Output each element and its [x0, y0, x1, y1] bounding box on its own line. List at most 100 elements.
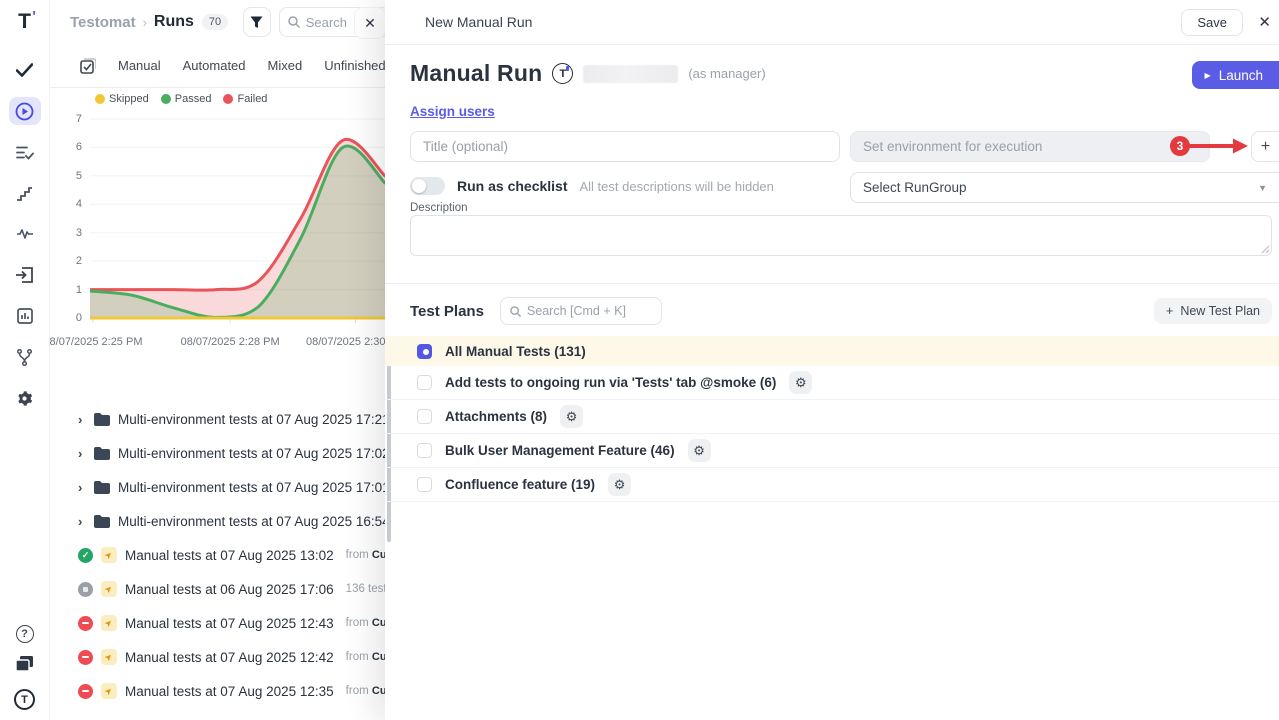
- run-row[interactable]: ✓ ➤ Manual tests at 07 Aug 2025 13:02 fr…: [50, 538, 390, 572]
- close-icon[interactable]: ✕: [1258, 13, 1271, 31]
- checkbox-checked[interactable]: [417, 344, 432, 359]
- section-divider: [385, 283, 1279, 284]
- status-failed-icon: [78, 616, 93, 631]
- manual-run-icon: ➤: [101, 649, 117, 665]
- run-row[interactable]: ➤ Manual tests at 07 Aug 2025 12:35 from…: [50, 674, 390, 708]
- page-title: Manual Run: [410, 60, 542, 87]
- manager-role-label: (as manager): [688, 66, 765, 81]
- status-failed-icon: [78, 650, 93, 665]
- breadcrumb-page[interactable]: Runs: [154, 13, 194, 31]
- run-folder-row[interactable]: › Multi-environment tests at 07 Aug 2025…: [50, 504, 390, 538]
- manual-run-icon: ➤: [101, 615, 117, 631]
- status-failed-icon: [78, 684, 93, 699]
- assign-users-link[interactable]: Assign users: [410, 104, 495, 119]
- pulse-icon[interactable]: [9, 220, 41, 248]
- gear-icon: ⚙: [614, 478, 626, 491]
- steps-icon[interactable]: [9, 179, 41, 207]
- chevron-right-icon[interactable]: ›: [78, 480, 86, 495]
- run-as-checklist-toggle[interactable]: [410, 177, 445, 195]
- test-plans-search-input[interactable]: [527, 304, 637, 318]
- select-all-icon[interactable]: [80, 58, 96, 74]
- test-plan-row-all-manual[interactable]: All Manual Tests (131): [385, 336, 1279, 366]
- launch-button[interactable]: ▶ Launch: [1192, 61, 1279, 89]
- test-plan-row[interactable]: Confluence feature (19) ⚙: [385, 468, 1279, 502]
- tab-automated[interactable]: Automated: [183, 58, 246, 73]
- plan-settings-button[interactable]: ⚙: [608, 473, 631, 496]
- test-plans-search[interactable]: [500, 297, 662, 325]
- run-row[interactable]: ➤ Manual tests at 07 Aug 2025 12:42 from…: [50, 640, 390, 674]
- add-environment-button[interactable]: +: [1251, 131, 1279, 162]
- checklist-row: Run as checklist All test descriptions w…: [410, 177, 774, 195]
- checkbox[interactable]: [417, 375, 432, 390]
- play-icon: ▶: [1205, 71, 1211, 80]
- test-plan-row[interactable]: Bulk User Management Feature (46) ⚙: [385, 434, 1279, 468]
- run-heading-row: Manual Run T (as manager): [410, 60, 766, 87]
- runs-tabs: Manual Automated Mixed Unfinished: [50, 44, 390, 88]
- chevron-down-icon: ▼: [1258, 183, 1267, 193]
- description-label: Description: [410, 202, 468, 214]
- chevron-right-icon[interactable]: ›: [78, 412, 86, 427]
- status-stopped-icon: [78, 582, 93, 597]
- run-list: › Multi-environment tests at 07 Aug 2025…: [50, 402, 390, 708]
- tasks-check-icon[interactable]: [9, 56, 41, 84]
- test-plans-header: Test Plans + New Test Plan: [410, 297, 1272, 325]
- resize-grip-icon[interactable]: [1261, 245, 1270, 254]
- manual-run-icon: ➤: [101, 683, 117, 699]
- run-row[interactable]: ➤ Manual tests at 07 Aug 2025 12:43 from…: [50, 606, 390, 640]
- import-icon[interactable]: [9, 261, 41, 289]
- profile-logo-icon[interactable]: T: [14, 689, 35, 710]
- status-passed-icon: ✓: [78, 548, 93, 563]
- breadcrumb-app[interactable]: Testomat: [70, 14, 136, 31]
- new-test-plan-button[interactable]: + New Test Plan: [1154, 298, 1272, 324]
- test-plan-row[interactable]: Attachments (8) ⚙: [385, 400, 1279, 434]
- tab-unfinished[interactable]: Unfinished: [324, 58, 385, 73]
- funnel-icon: [250, 16, 263, 29]
- run-row[interactable]: ➤ Manual tests at 06 Aug 2025 17:06 136 …: [50, 572, 390, 606]
- clear-search-button[interactable]: ✕: [355, 8, 385, 38]
- chart-x-axis: 08/07/2025 2:25 PM08/07/2025 2:28 PM08/0…: [90, 336, 385, 352]
- plan-settings-button[interactable]: ⚙: [789, 371, 812, 394]
- chart-legend: Skipped Passed Failed: [95, 93, 267, 105]
- settings-gear-icon[interactable]: [9, 384, 41, 412]
- tab-manual[interactable]: Manual: [118, 58, 161, 73]
- test-list-icon[interactable]: [9, 138, 41, 166]
- title-input[interactable]: [410, 131, 840, 162]
- plan-settings-button[interactable]: ⚙: [560, 405, 583, 428]
- run-folder-row[interactable]: › Multi-environment tests at 07 Aug 2025…: [50, 470, 390, 504]
- run-folder-row[interactable]: › Multi-environment tests at 07 Aug 2025…: [50, 402, 390, 436]
- runs-icon[interactable]: [9, 97, 41, 125]
- gear-icon: ⚙: [795, 376, 807, 389]
- analytics-icon[interactable]: [9, 302, 41, 330]
- help-icon[interactable]: ?: [16, 625, 34, 643]
- manual-run-icon: ➤: [101, 581, 117, 597]
- search-icon: [288, 16, 300, 28]
- branch-icon[interactable]: [9, 343, 41, 371]
- folder-icon: [94, 515, 110, 528]
- chevron-right-icon[interactable]: ›: [78, 514, 86, 529]
- manual-run-icon: ➤: [101, 547, 117, 563]
- filter-button[interactable]: [243, 7, 271, 37]
- runs-count-badge: 70: [202, 14, 228, 30]
- projects-icon[interactable]: [16, 656, 33, 676]
- run-meta: from Custom: [346, 617, 390, 629]
- rungroup-select[interactable]: Select RunGroup ▼: [850, 172, 1279, 203]
- test-plan-row[interactable]: Add tests to ongoing run via 'Tests' tab…: [385, 366, 1279, 400]
- plan-settings-button[interactable]: ⚙: [688, 439, 711, 462]
- checkbox[interactable]: [417, 477, 432, 492]
- description-textarea[interactable]: [410, 215, 1272, 256]
- checkbox[interactable]: [417, 443, 432, 458]
- checkbox[interactable]: [417, 409, 432, 424]
- environment-input[interactable]: [850, 131, 1210, 162]
- runs-header: Testomat › Runs 70: [50, 0, 390, 44]
- app-logo-icon[interactable]: T': [18, 10, 31, 34]
- save-button[interactable]: Save: [1181, 9, 1243, 36]
- new-manual-run-panel: New Manual Run Save ✕ Manual Run T (as m…: [385, 0, 1279, 720]
- tab-mixed[interactable]: Mixed: [268, 58, 303, 73]
- passed-legend-dot: [161, 94, 171, 104]
- chart-y-axis: 01234567: [50, 114, 82, 328]
- manager-name-redacted: [583, 65, 678, 83]
- chevron-right-icon[interactable]: ›: [78, 446, 86, 461]
- run-meta: from Custom: [346, 651, 390, 663]
- failed-legend-label: Failed: [237, 93, 267, 105]
- run-folder-row[interactable]: › Multi-environment tests at 07 Aug 2025…: [50, 436, 390, 470]
